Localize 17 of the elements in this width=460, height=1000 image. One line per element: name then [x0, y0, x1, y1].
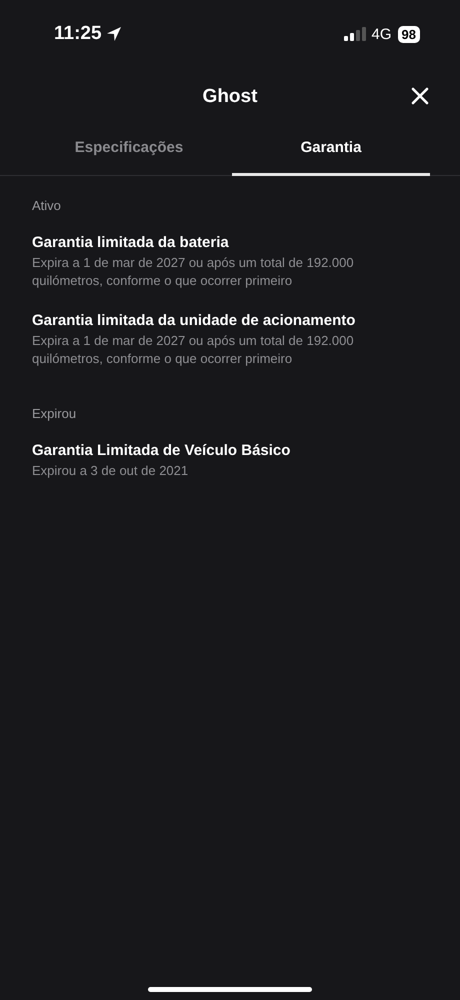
warranty-title: Garantia limitada da bateria: [32, 234, 230, 251]
warranty-detail: Expira a 1 de mar de 2027 ou após um total de 192.000 quilómetros, conforme o que ocorrer primeiro: [32, 254, 355, 290]
clock-time: 11:25: [54, 23, 102, 45]
section-heading: Expirou: [32, 406, 78, 421]
location-arrow-icon: [106, 26, 122, 42]
warranty-detail: Expira a 1 de mar de 2027 ou após um total de 192.000 quilómetros, conforme o que ocorrer primeiro: [32, 332, 355, 368]
section-heading: Ativo: [32, 198, 62, 213]
network-type: 4G: [372, 26, 392, 42]
warranty-title: Garantia Limitada de Veículo Básico: [32, 442, 292, 459]
warranty-title: Garantia limitada da unidade de acionamento: [32, 312, 356, 329]
close-icon[interactable]: [410, 86, 430, 106]
tab[interactable]: Garantia: [232, 129, 430, 176]
battery-level: 98: [398, 26, 420, 42]
warranty-detail: Expirou a 3 de out de 2021: [32, 462, 190, 480]
signal-icon: [344, 27, 366, 41]
screen-title: Ghost: [202, 86, 258, 108]
tab[interactable]: Especificações: [30, 129, 228, 176]
